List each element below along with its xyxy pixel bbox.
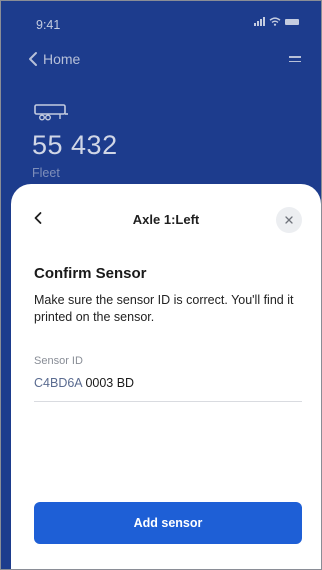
top-nav: Home bbox=[1, 47, 321, 75]
signal-icon bbox=[254, 17, 265, 26]
chevron-left-icon bbox=[29, 52, 37, 66]
back-home-button[interactable]: Home bbox=[27, 51, 80, 67]
close-button[interactable] bbox=[276, 207, 302, 233]
confirm-description: Make sure the sensor ID is correct. You'… bbox=[34, 293, 294, 324]
vehicle-number: 55 432 bbox=[32, 130, 118, 160]
close-icon bbox=[285, 216, 293, 224]
battery-icon bbox=[285, 18, 299, 25]
confirm-heading: Confirm Sensor bbox=[34, 265, 147, 282]
wifi-icon bbox=[269, 17, 281, 26]
field-divider bbox=[34, 401, 302, 402]
sensor-id-prefix: C4BD6A bbox=[34, 376, 82, 390]
sensor-id-field[interactable]: C4BD6A 0003 BD bbox=[34, 376, 134, 390]
add-sensor-button[interactable]: Add sensor bbox=[34, 502, 302, 544]
vehicle-type-label: Fleet bbox=[32, 166, 60, 180]
sheet-title: Axle 1:Left bbox=[132, 212, 200, 227]
confirm-sensor-sheet: Axle 1:Left Confirm Sensor Make sure the… bbox=[11, 184, 321, 569]
status-icons bbox=[254, 17, 299, 26]
status-bar: 9:41 bbox=[1, 1, 321, 41]
trailer-icon bbox=[34, 104, 68, 121]
sensor-id-label: Sensor ID bbox=[34, 355, 83, 367]
sensor-id-suffix: 0003 BD bbox=[85, 376, 135, 390]
status-time: 9:41 bbox=[36, 18, 61, 32]
phone-screen: 9:41 Home 55 432 Fleet Axle 1:Left Confi… bbox=[0, 0, 322, 570]
back-home-label: Home bbox=[43, 51, 81, 67]
menu-icon[interactable] bbox=[289, 56, 301, 66]
